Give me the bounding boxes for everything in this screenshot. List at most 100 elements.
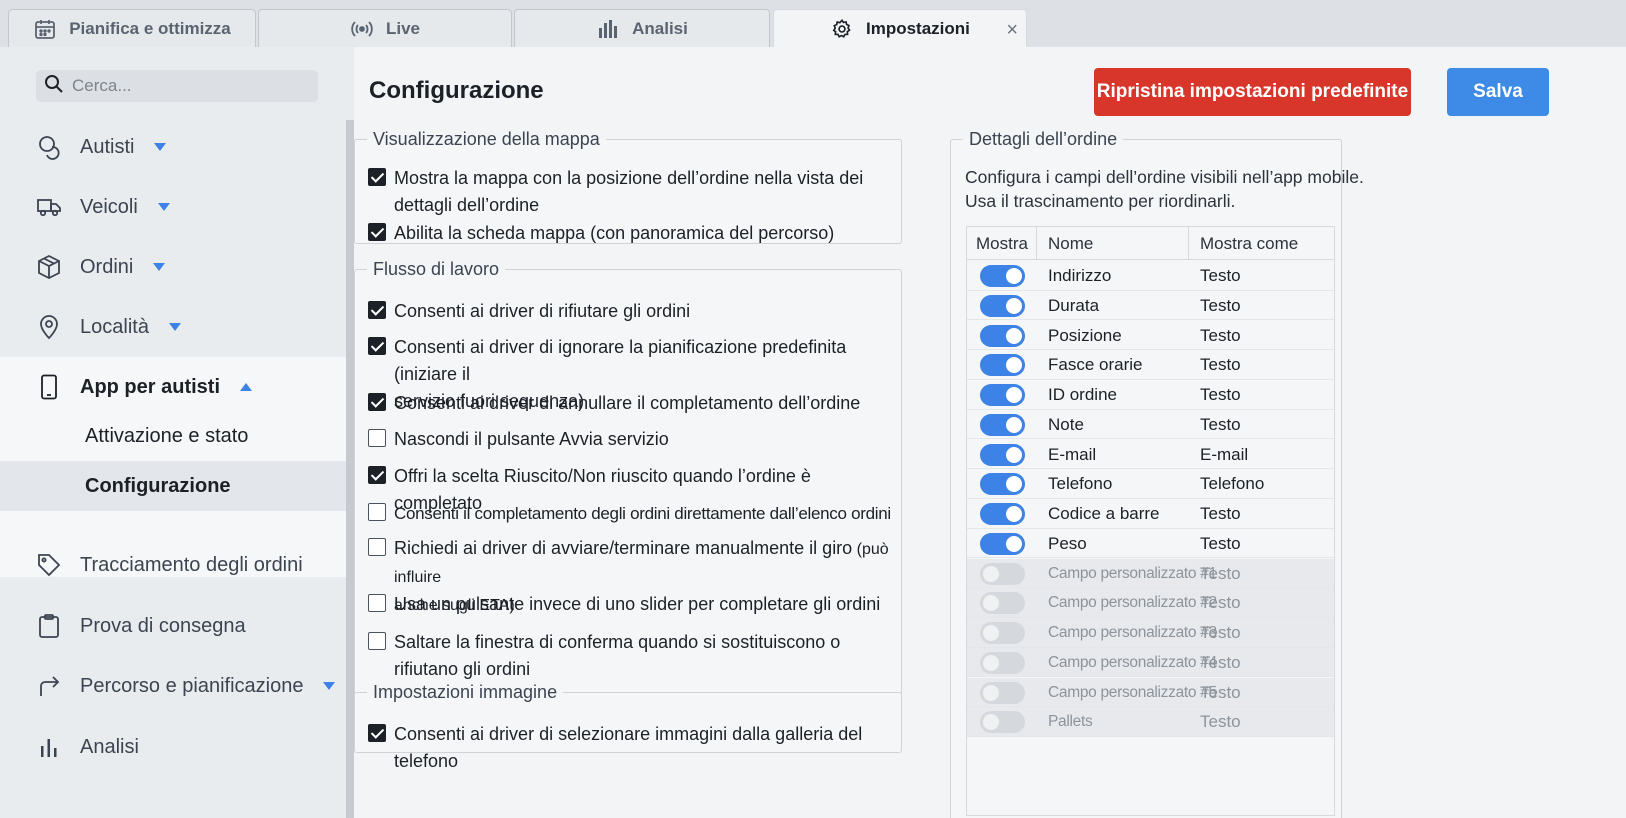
close-tab-icon[interactable]: × (1006, 19, 1018, 42)
column-header: Mostra come (1200, 234, 1299, 253)
checkbox[interactable] (368, 429, 386, 447)
sidebar-scrollbar[interactable] (346, 120, 354, 818)
table-row[interactable]: Posizione Testo (967, 321, 1334, 351)
checkbox[interactable] (368, 466, 386, 484)
table-row[interactable]: Peso Testo (967, 529, 1334, 559)
field-display-as[interactable]: Testo (1200, 326, 1241, 346)
table-row[interactable]: E-mail E-mail (967, 440, 1334, 470)
save-button[interactable]: Salva (1447, 68, 1549, 116)
sidebar-item-drivers[interactable]: Autisti (0, 123, 346, 171)
table-row[interactable]: Fasce orarie Testo (967, 350, 1334, 380)
option-complete-from-list[interactable]: Consenti il completamento degli ordini d… (368, 500, 891, 527)
field-display-as[interactable]: E-mail (1200, 445, 1248, 465)
table-row[interactable]: Indirizzo Testo (967, 261, 1334, 291)
show-toggle[interactable] (980, 294, 1025, 317)
checkbox[interactable] (368, 594, 386, 612)
table-row[interactable]: Campo personalizzato #3 Testo (967, 618, 1334, 648)
sidebar-subitem-configuration[interactable]: Configurazione (0, 461, 346, 511)
checkbox[interactable] (368, 632, 386, 650)
show-toggle[interactable] (980, 651, 1025, 674)
table-row[interactable]: Pallets Testo (967, 707, 1334, 737)
show-toggle[interactable] (980, 622, 1025, 644)
field-display-as[interactable]: Testo (1200, 296, 1241, 316)
field-display-as[interactable]: Testo (1200, 266, 1241, 286)
table-row[interactable]: Codice a barre Testo (967, 499, 1334, 529)
sidebar-item-vehicles[interactable]: Veicoli (0, 183, 346, 231)
show-toggle[interactable] (980, 532, 1025, 555)
table-row[interactable]: Campo personalizzato #2 Testo (967, 588, 1334, 618)
field-display-as[interactable]: Testo (1200, 712, 1241, 732)
field-display-as[interactable]: Testo (1200, 683, 1241, 703)
table-row[interactable]: ID ordine Testo (967, 380, 1334, 410)
field-name: Durata (1048, 295, 1100, 315)
tab-analytics[interactable]: Analisi (514, 9, 770, 47)
option-button-instead-of-slider[interactable]: Usa un pulsante invece di uno slider per… (368, 591, 880, 618)
show-toggle[interactable] (980, 384, 1025, 406)
field-display-as[interactable]: Testo (1200, 564, 1241, 584)
option-enable-map-tab[interactable]: Abilita la scheda mappa (con panoramica … (368, 220, 834, 247)
sidebar-item-order-tracking[interactable]: Tracciamento degli ordini (0, 541, 346, 589)
tab-live[interactable]: Live (258, 9, 512, 47)
field-display-as[interactable]: Testo (1200, 504, 1241, 524)
sidebar-item-proof-of-delivery[interactable]: Prova di consegna (0, 602, 346, 650)
option-show-map-in-order-details[interactable]: Mostra la mappa con la posizione dell’or… (368, 165, 863, 219)
field-display-as[interactable]: Testo (1200, 593, 1241, 613)
option-label: Richiedi ai driver di avviare/terminare … (394, 538, 853, 558)
sidebar-item-orders[interactable]: Ordini (0, 243, 346, 291)
field-display-as[interactable]: Telefono (1200, 474, 1264, 494)
checkbox[interactable] (368, 223, 386, 241)
search-input[interactable] (72, 76, 302, 96)
show-toggle[interactable] (980, 562, 1025, 585)
field-name: Fasce orarie (1048, 355, 1143, 375)
sidebar-item-analytics[interactable]: Analisi (0, 723, 346, 771)
show-toggle[interactable] (980, 443, 1025, 466)
table-row[interactable]: Telefono Telefono (967, 469, 1334, 499)
field-display-as[interactable]: Testo (1200, 534, 1241, 554)
show-toggle[interactable] (980, 324, 1025, 347)
checkbox[interactable] (368, 168, 386, 186)
column-header: Nome (1048, 234, 1094, 253)
sidebar-item-label: Analisi (80, 735, 139, 758)
option-skip-confirmation-dialog[interactable]: Saltare la finestra di conferma quando s… (368, 629, 901, 683)
option-allow-undo-completion[interactable]: Consenti ai driver di annullare il compl… (368, 390, 860, 417)
show-toggle[interactable] (980, 413, 1025, 436)
show-toggle[interactable] (980, 503, 1025, 525)
sidebar-subitem-activation[interactable]: Attivazione e stato (0, 411, 346, 461)
sidebar-item-route-planning[interactable]: Percorso e pianificazione (0, 662, 346, 710)
field-display-as[interactable]: Testo (1200, 653, 1241, 673)
show-toggle[interactable] (980, 711, 1025, 734)
tab-bar: Pianifica e ottimizza Live Analisi Impos… (0, 0, 1626, 47)
option-label: Consenti ai driver di annullare il compl… (394, 393, 861, 413)
show-toggle[interactable] (980, 354, 1025, 377)
checkbox[interactable] (368, 538, 386, 556)
checkbox[interactable] (368, 301, 386, 319)
show-toggle[interactable] (980, 681, 1025, 704)
checkbox[interactable] (368, 337, 386, 355)
checkbox[interactable] (368, 503, 386, 521)
show-toggle[interactable] (980, 473, 1025, 496)
field-display-as[interactable]: Testo (1200, 385, 1241, 405)
show-toggle[interactable] (980, 265, 1025, 287)
field-display-as[interactable]: Testo (1200, 355, 1241, 375)
table-row[interactable]: Durata Testo (967, 291, 1334, 321)
sidebar-item-locations[interactable]: Località (0, 303, 346, 351)
option-label: Mostra la mappa con la posizione dell’or… (394, 168, 864, 188)
field-display-as[interactable]: Testo (1200, 623, 1241, 643)
table-row[interactable]: Campo personalizzato #4 Testo (967, 647, 1334, 678)
show-toggle[interactable] (980, 592, 1025, 615)
checkbox[interactable] (368, 724, 386, 742)
option-hide-start-service[interactable]: Nascondi il pulsante Avvia servizio (368, 426, 669, 453)
reset-defaults-button[interactable]: Ripristina impostazioni predefinite (1094, 68, 1411, 116)
sidebar-item-driver-app[interactable]: App per autisti (0, 363, 346, 411)
option-allow-gallery-images[interactable]: Consenti ai driver di selezionare immagi… (368, 721, 901, 775)
table-row[interactable]: Campo personalizzato #5 Testo (967, 677, 1334, 708)
field-display-as[interactable]: Testo (1200, 415, 1241, 435)
chevron-down-icon (153, 263, 166, 271)
field-name: ID ordine (1048, 385, 1117, 404)
option-allow-reject-orders[interactable]: Consenti ai driver di rifiutare gli ordi… (368, 298, 690, 325)
tab-settings[interactable]: Impostazioni × (773, 9, 1027, 47)
table-row[interactable]: Campo personalizzato #1 Testo (967, 558, 1334, 589)
checkbox[interactable] (368, 393, 386, 411)
tab-plan-optimize[interactable]: Pianifica e ottimizza (8, 9, 256, 47)
table-row[interactable]: Note Testo (967, 410, 1334, 440)
